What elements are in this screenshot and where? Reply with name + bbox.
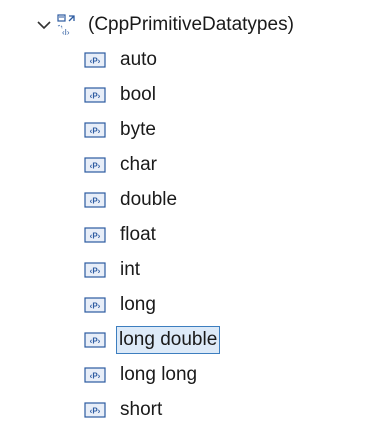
tree-item-long-long[interactable]: ‹P› long long: [84, 360, 199, 390]
tree-item-float[interactable]: ‹P› float: [84, 220, 158, 250]
tree-node-root[interactable]: ‹I› (CppPrimitiveDatatypes): [36, 10, 296, 40]
primitive-type-icon: ‹P›: [84, 122, 106, 138]
tree-item-label-selected: long double: [116, 326, 221, 354]
tree-item-long-double[interactable]: ‹P› long double: [84, 325, 221, 355]
tree-item-long[interactable]: ‹P› long: [84, 290, 158, 320]
primitive-type-icon: ‹P›: [84, 297, 106, 313]
primitive-type-icon: ‹P›: [84, 227, 106, 243]
tree-item-label: bool: [120, 84, 156, 105]
primitive-type-icon: ‹P›: [84, 52, 106, 68]
svg-text:‹P›: ‹P›: [90, 232, 101, 241]
primitive-type-icon: ‹P›: [84, 402, 106, 418]
tree-item-int[interactable]: ‹P› int: [84, 255, 142, 285]
svg-text:‹P›: ‹P›: [90, 407, 101, 416]
primitive-type-icon: ‹P›: [84, 192, 106, 208]
tree-item-label: int: [120, 259, 141, 280]
primitive-type-icon: ‹P›: [84, 157, 106, 173]
tree-item-char[interactable]: ‹P› char: [84, 150, 159, 180]
chevron-down-icon[interactable]: [36, 17, 52, 33]
primitive-type-icon: ‹P›: [84, 87, 106, 103]
tree-item-label: long: [120, 294, 156, 315]
tree-node-root-label: (CppPrimitiveDatatypes): [88, 14, 294, 35]
tree-item-label: byte: [120, 119, 156, 140]
primitive-type-icon: ‹P›: [84, 262, 106, 278]
tree-item-label: double: [120, 189, 178, 210]
tree-item-label: float: [120, 224, 156, 245]
svg-text:‹P›: ‹P›: [90, 162, 101, 171]
svg-text:‹P›: ‹P›: [90, 127, 101, 136]
svg-text:‹P›: ‹P›: [90, 267, 101, 276]
tree-item-byte[interactable]: ‹P› byte: [84, 115, 158, 145]
tree-item-label: auto: [120, 49, 157, 70]
tree-item-label: char: [120, 154, 157, 175]
svg-text:‹I›: ‹I›: [62, 28, 70, 37]
primitive-type-icon: ‹P›: [84, 332, 106, 348]
primitive-type-icon: ‹P›: [84, 367, 106, 383]
tree-item-short[interactable]: ‹P› short: [84, 395, 164, 425]
tree-item-auto[interactable]: ‹P› auto: [84, 45, 159, 75]
svg-text:‹P›: ‹P›: [90, 197, 101, 206]
tree-item-double[interactable]: ‹P› double: [84, 185, 179, 215]
package-icon: ‹I›: [56, 13, 80, 37]
tree-item-label: long long: [120, 364, 198, 385]
tree-item-bool[interactable]: ‹P› bool: [84, 80, 158, 110]
model-tree: ‹I› (CppPrimitiveDatatypes) ‹P› auto ‹P›…: [0, 0, 380, 429]
svg-text:‹P›: ‹P›: [90, 337, 101, 346]
svg-text:‹P›: ‹P›: [90, 92, 101, 101]
svg-text:‹P›: ‹P›: [90, 302, 101, 311]
svg-text:‹P›: ‹P›: [90, 57, 101, 66]
tree-item-label: short: [120, 399, 163, 420]
svg-text:‹P›: ‹P›: [90, 372, 101, 381]
